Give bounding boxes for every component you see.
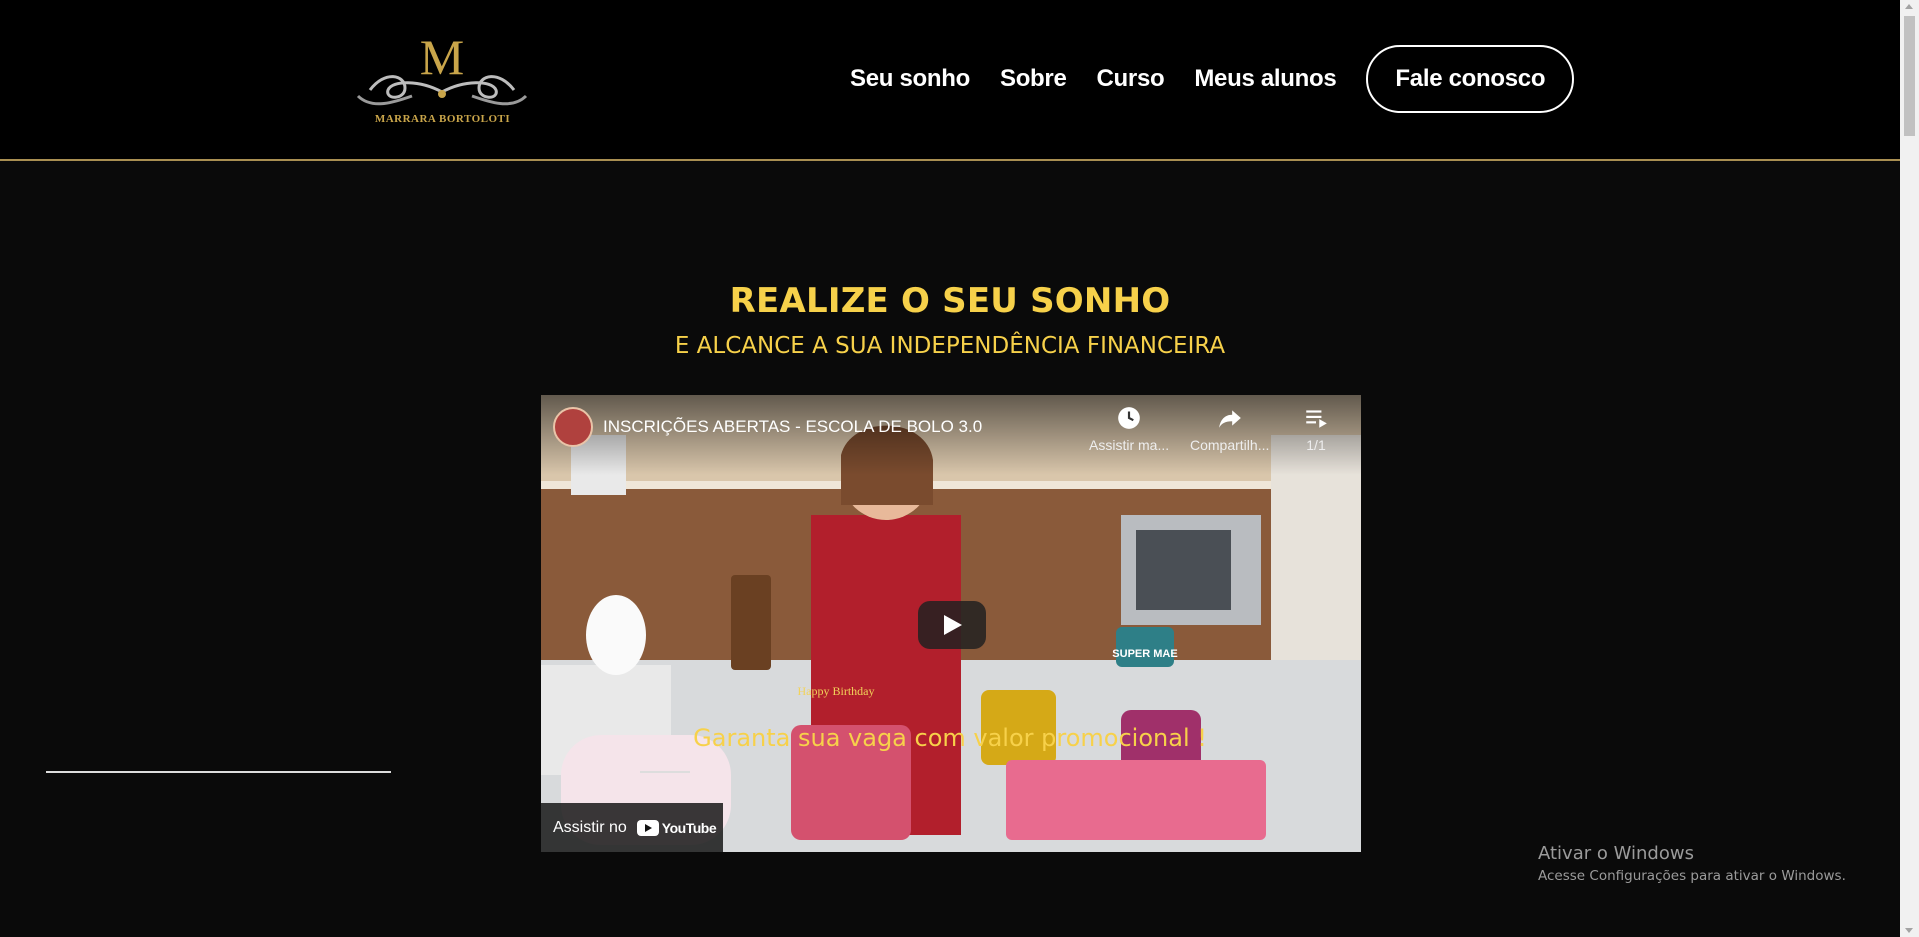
nav-item-sobre[interactable]: Sobre bbox=[1000, 65, 1067, 93]
svg-text:M: M bbox=[420, 30, 464, 85]
share-icon bbox=[1218, 410, 1241, 428]
scroll-down-icon[interactable] bbox=[1905, 928, 1913, 933]
share-button[interactable]: Compartilh... bbox=[1190, 405, 1269, 453]
hero-headline: REALIZE O SEU SONHO bbox=[729, 281, 1171, 321]
main-nav: Seu sonho Sobre Curso Meus alunos Fale c… bbox=[850, 45, 1575, 113]
hero-section: REALIZE O SEU SONHO E ALCANCE A SUA INDE… bbox=[0, 163, 1900, 937]
page-scrollbar[interactable] bbox=[1900, 0, 1919, 937]
contact-button[interactable]: Fale conosco bbox=[1366, 45, 1575, 113]
clock-icon bbox=[1118, 407, 1140, 429]
logo-mark-icon: M bbox=[356, 29, 528, 106]
promo-text: Garanta sua vaga com valor promocional ! bbox=[693, 724, 1207, 752]
divider bbox=[46, 771, 391, 773]
windows-activation-watermark: Ativar o Windows Acesse Configurações pa… bbox=[1538, 843, 1846, 884]
scroll-up-icon[interactable] bbox=[1905, 4, 1913, 9]
scrollbar-thumb[interactable] bbox=[1904, 16, 1915, 136]
play-button[interactable] bbox=[918, 601, 986, 649]
brand-logo[interactable]: M MARRARA BORTOLOTI bbox=[350, 29, 535, 126]
nav-item-meus-alunos[interactable]: Meus alunos bbox=[1194, 65, 1336, 93]
watch-later-button[interactable]: Assistir ma... bbox=[1089, 405, 1169, 453]
youtube-wordmark: YouTube bbox=[661, 819, 717, 836]
watermark-subtitle: Acesse Configurações para ativar o Windo… bbox=[1538, 868, 1846, 884]
nav-item-curso[interactable]: Curso bbox=[1097, 65, 1165, 93]
playlist-button[interactable]: 1/1 bbox=[1303, 405, 1329, 453]
playlist-count: 1/1 bbox=[1306, 437, 1326, 453]
watch-on-youtube-bar[interactable]: Assistir no YouTube bbox=[541, 803, 723, 852]
share-label: Compartilh... bbox=[1190, 437, 1270, 453]
channel-avatar[interactable] bbox=[553, 407, 593, 447]
nav-item-seu-sonho[interactable]: Seu sonho bbox=[850, 65, 970, 93]
divider bbox=[640, 771, 690, 773]
logo-name: MARRARA BORTOLOTI bbox=[374, 113, 511, 125]
youtube-play-icon bbox=[636, 819, 659, 836]
playlist-icon bbox=[1306, 410, 1327, 428]
video-player[interactable]: SUPER MAE Happy Birthday INSCRIÇÕES ABER… bbox=[541, 395, 1361, 852]
scene-sign-text: SUPER MAE bbox=[1112, 648, 1177, 660]
video-title[interactable]: INSCRIÇÕES ABERTAS - ESCOLA DE BOLO 3.0 bbox=[603, 417, 982, 437]
watch-on-label: Assistir no bbox=[553, 818, 627, 836]
watch-later-label: Assistir ma... bbox=[1089, 437, 1170, 453]
watermark-title: Ativar o Windows bbox=[1538, 843, 1694, 864]
site-header: M MARRARA BORTOLOTI Seu sonho Sobre Curs… bbox=[0, 0, 1900, 161]
youtube-logo: YouTube bbox=[636, 819, 717, 836]
hero-subheadline: E ALCANCE A SUA INDEPENDÊNCIA FINANCEIRA bbox=[674, 333, 1226, 359]
scene-topper-text: Happy Birthday bbox=[798, 684, 875, 698]
